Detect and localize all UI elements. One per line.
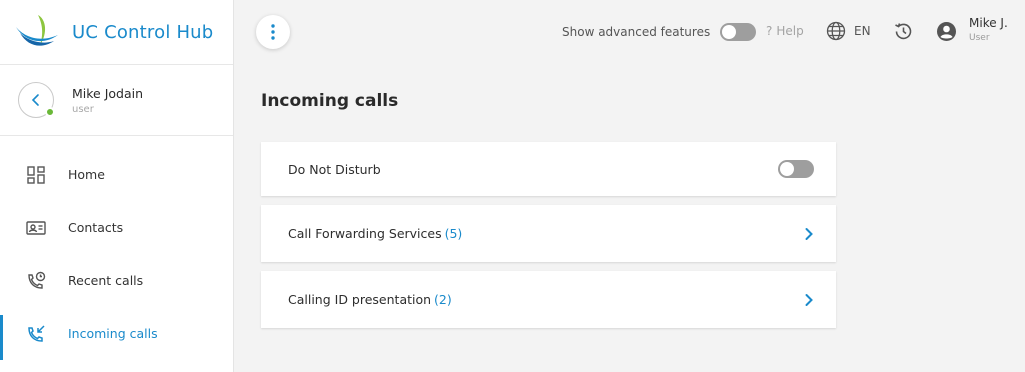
history-button[interactable] xyxy=(893,21,914,46)
help-icon: ? xyxy=(766,24,773,38)
sidebar-nav: Home Contacts Recent calls Incoming call… xyxy=(0,136,233,360)
user-role: user xyxy=(72,103,94,115)
user-info: Mike Jodain user xyxy=(72,86,143,115)
call-forwarding-title: Call Forwarding Services xyxy=(288,226,442,241)
call-forwarding-count: (5) xyxy=(444,226,463,241)
calling-id-count: (2) xyxy=(434,292,452,307)
user-name: Mike Jodain xyxy=(72,85,144,101)
sidebar-item-recent-calls[interactable]: Recent calls xyxy=(0,254,233,307)
do-not-disturb-toggle[interactable] xyxy=(778,160,814,178)
phone-clock-icon xyxy=(25,270,47,292)
chevron-left-icon xyxy=(31,94,39,106)
language-code: EN xyxy=(854,24,871,38)
sidebar-item-home[interactable]: Home xyxy=(0,148,233,201)
brand-header: UC Control Hub xyxy=(0,0,233,65)
chevron-right-icon xyxy=(804,227,814,241)
language-selector[interactable]: EN xyxy=(826,21,871,41)
help-label: Help xyxy=(776,24,804,38)
calling-id-title: Calling ID presentation xyxy=(288,292,432,307)
account-name: Mike J. xyxy=(969,16,1008,30)
more-menu-button[interactable] xyxy=(256,15,290,49)
advanced-features-toggle[interactable] xyxy=(720,23,757,41)
presence-status-dot xyxy=(45,107,55,117)
sidebar-item-contacts[interactable]: Contacts xyxy=(0,201,233,254)
account-circle-icon xyxy=(937,22,956,41)
phone-incoming-icon xyxy=(25,323,47,345)
account-avatar[interactable] xyxy=(936,21,957,46)
sidebar-item-label: Recent calls xyxy=(68,273,144,288)
calling-id-card[interactable]: Calling ID presentation (2) xyxy=(261,271,836,328)
help-link[interactable]: ? Help xyxy=(766,24,804,38)
chevron-right-icon xyxy=(804,293,814,307)
do-not-disturb-label: Do Not Disturb xyxy=(288,161,381,177)
user-block: Mike Jodain user xyxy=(0,65,233,136)
sidebar-item-label: Home xyxy=(68,167,105,182)
advanced-features-control: Show advanced features xyxy=(562,23,757,41)
sidebar-item-incoming-calls[interactable]: Incoming calls xyxy=(0,307,233,360)
globe-icon xyxy=(826,21,846,41)
sidebar: UC Control Hub Mike Jodain user Home Con… xyxy=(0,0,234,372)
more-vertical-icon xyxy=(271,24,275,40)
do-not-disturb-card: Do Not Disturb xyxy=(261,142,836,196)
sidebar-item-label: Incoming calls xyxy=(68,326,158,341)
app-logo-icon xyxy=(16,15,58,46)
call-forwarding-card[interactable]: Call Forwarding Services (5) xyxy=(261,205,836,262)
history-icon xyxy=(895,23,912,40)
account-menu[interactable]: Mike J. User xyxy=(969,16,1008,43)
page-title: Incoming calls xyxy=(261,91,399,111)
app-title: UC Control Hub xyxy=(72,21,214,43)
account-role: User xyxy=(969,33,990,43)
advanced-features-label: Show advanced features xyxy=(562,25,711,39)
sidebar-item-label: Contacts xyxy=(68,220,124,235)
toggle-knob xyxy=(780,162,794,176)
toggle-knob xyxy=(722,25,737,39)
back-button[interactable] xyxy=(18,82,55,118)
calling-id-label: Calling ID presentation (2) xyxy=(288,292,804,307)
call-forwarding-label: Call Forwarding Services (5) xyxy=(288,226,804,241)
dashboard-icon xyxy=(25,164,47,186)
contact-card-icon xyxy=(25,217,47,239)
